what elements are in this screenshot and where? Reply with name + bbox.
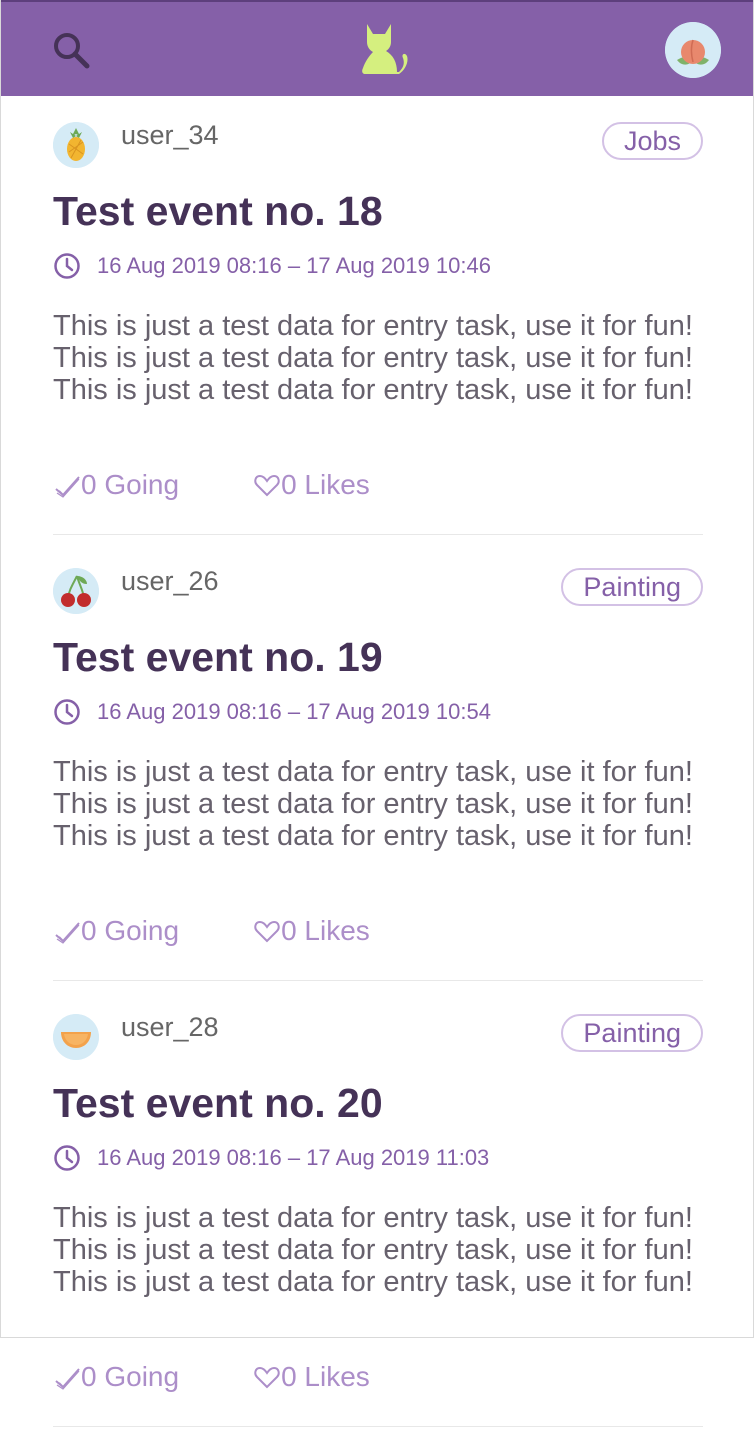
going-button[interactable]: 0 Going xyxy=(53,469,179,501)
user-avatar-button[interactable] xyxy=(665,22,721,78)
heart-icon xyxy=(254,474,280,497)
likes-count: 0 Likes xyxy=(281,469,370,500)
divider xyxy=(53,1426,703,1427)
heart-icon xyxy=(254,1366,280,1389)
event-card[interactable]: user_26 Painting Test event no. 19 16 Au… xyxy=(1,542,753,988)
event-title[interactable]: Test event no. 18 xyxy=(53,188,383,235)
likes-count: 0 Likes xyxy=(281,1361,370,1392)
like-button[interactable]: 0 Likes xyxy=(253,915,370,947)
event-title[interactable]: Test event no. 19 xyxy=(53,634,383,681)
clock-icon xyxy=(54,1145,80,1171)
event-description: This is just a test data for entry task,… xyxy=(53,756,693,852)
going-count: 0 Going xyxy=(81,1361,180,1392)
divider xyxy=(53,980,703,981)
event-description: This is just a test data for entry task,… xyxy=(53,1202,693,1298)
clock-icon xyxy=(54,699,80,725)
event-title[interactable]: Test event no. 20 xyxy=(53,1080,383,1127)
event-time: 16 Aug 2019 08:16 – 17 Aug 2019 10:46 xyxy=(53,252,491,280)
event-time: 16 Aug 2019 08:16 – 17 Aug 2019 10:54 xyxy=(53,698,491,726)
clock-icon xyxy=(54,253,80,279)
cat-logo-icon[interactable] xyxy=(353,18,413,78)
event-stats: 0 Going 0 Likes xyxy=(53,914,370,948)
peach-avatar-icon xyxy=(665,22,721,78)
like-button[interactable]: 0 Likes xyxy=(253,1361,370,1393)
event-time-text: 16 Aug 2019 08:16 – 17 Aug 2019 11:03 xyxy=(97,1145,490,1170)
likes-count: 0 Likes xyxy=(281,915,370,946)
cherry-avatar-icon xyxy=(53,568,99,614)
check-icon xyxy=(55,922,80,944)
event-stats: 0 Going 0 Likes xyxy=(53,1360,370,1394)
event-card[interactable]: user_34 Jobs Test event no. 18 16 Aug 20… xyxy=(1,96,753,542)
event-stats: 0 Going 0 Likes xyxy=(53,468,370,502)
event-time-text: 16 Aug 2019 08:16 – 17 Aug 2019 10:54 xyxy=(97,699,491,724)
event-username[interactable]: user_26 xyxy=(121,566,219,597)
top-bar xyxy=(1,0,753,96)
going-button[interactable]: 0 Going xyxy=(53,915,179,947)
orange-slice-avatar-icon xyxy=(53,1014,99,1060)
channel-tag[interactable]: Jobs xyxy=(601,122,703,160)
event-card[interactable]: user_28 Painting Test event no. 20 16 Au… xyxy=(1,988,753,1434)
channel-tag[interactable]: Painting xyxy=(561,568,703,606)
like-button[interactable]: 0 Likes xyxy=(253,469,370,501)
event-time-text: 16 Aug 2019 08:16 – 17 Aug 2019 10:46 xyxy=(97,253,491,278)
going-count: 0 Going xyxy=(81,469,180,500)
event-list: user_34 Jobs Test event no. 18 16 Aug 20… xyxy=(1,96,753,1434)
event-description: This is just a test data for entry task,… xyxy=(53,310,693,406)
check-icon xyxy=(55,1368,80,1390)
going-count: 0 Going xyxy=(81,915,180,946)
channel-tag[interactable]: Painting xyxy=(561,1014,703,1052)
check-icon xyxy=(55,476,80,498)
event-username[interactable]: user_28 xyxy=(121,1012,219,1043)
going-button[interactable]: 0 Going xyxy=(53,1361,179,1393)
search-icon[interactable] xyxy=(49,28,93,72)
divider xyxy=(53,534,703,535)
event-username[interactable]: user_34 xyxy=(121,120,219,151)
event-time: 16 Aug 2019 08:16 – 17 Aug 2019 11:03 xyxy=(53,1144,489,1172)
pineapple-avatar-icon xyxy=(53,122,99,168)
heart-icon xyxy=(254,920,280,943)
